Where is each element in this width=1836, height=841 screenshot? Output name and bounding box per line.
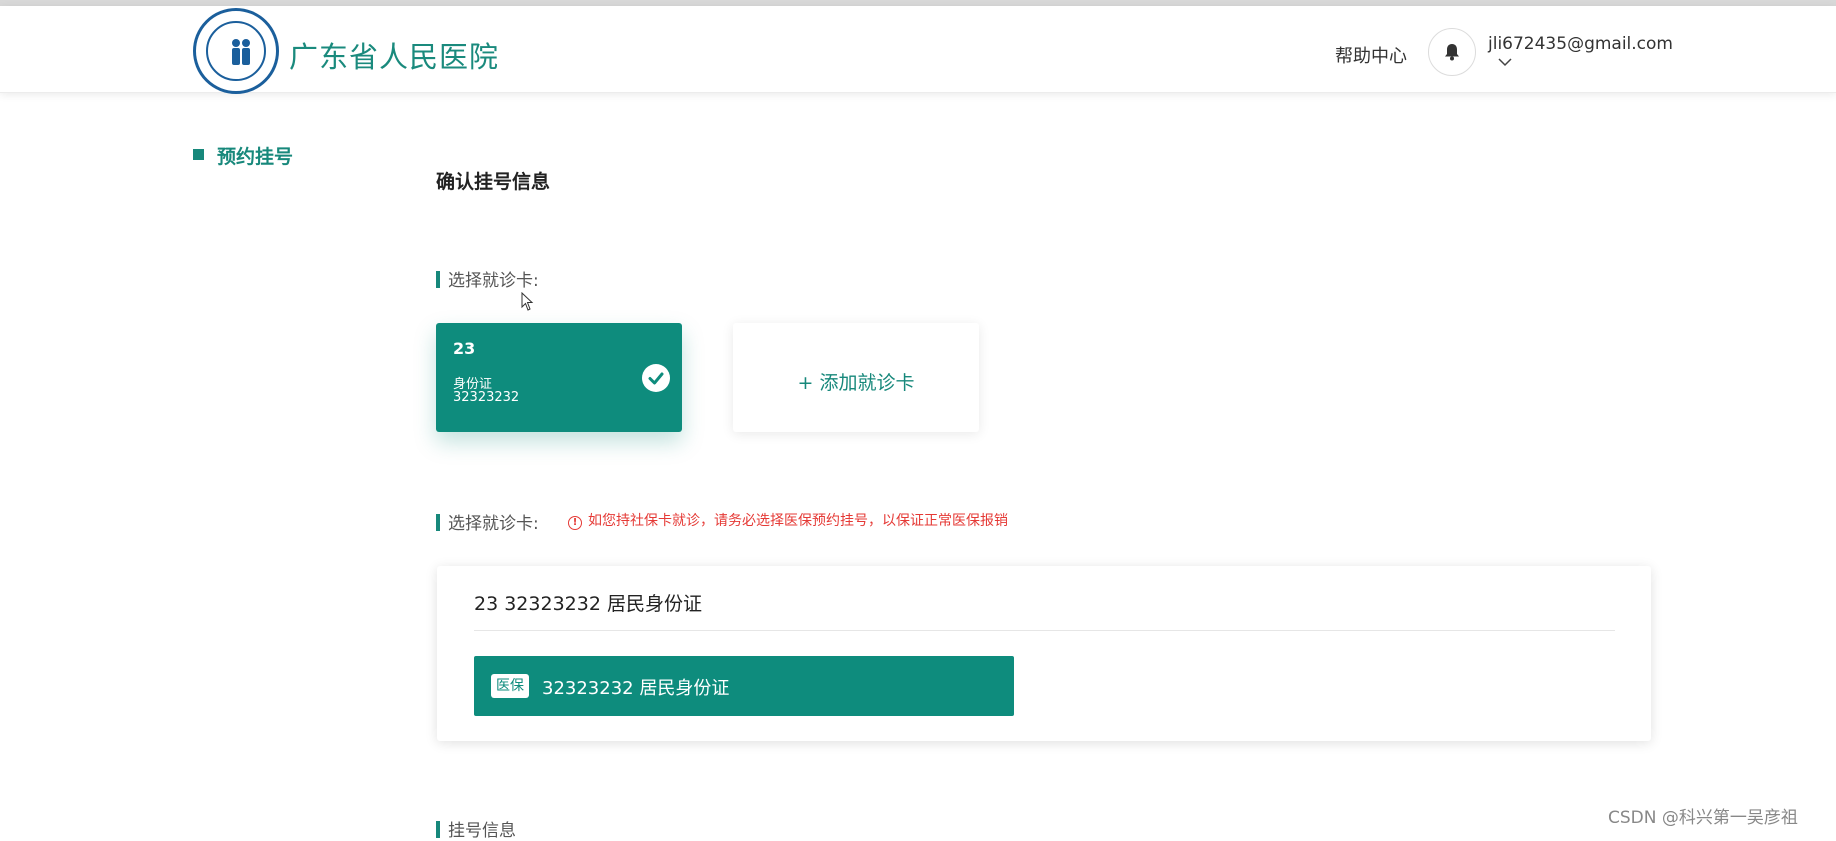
divider <box>474 630 1615 631</box>
section-bar <box>436 271 440 288</box>
top-header: 广东省人民医院 帮助中心 jli672435@gmail.com <box>0 6 1836 94</box>
cursor-icon <box>521 292 534 311</box>
sidebar-item-label: 预约挂号 <box>217 146 294 168</box>
warning-text: 如您持社保卡就诊，请务必选择医保预约挂号，以保证正常医保报销 <box>588 513 1008 529</box>
section-label-text: 选择就诊卡: <box>448 514 539 534</box>
add-card-label: + 添加就诊卡 <box>797 372 915 394</box>
section-label-text: 挂号信息 <box>448 821 516 841</box>
card-section-label: 选择就诊卡: <box>436 266 539 291</box>
insurance-option-button[interactable]: 医保 32323232 居民身份证 <box>474 656 1014 716</box>
card-id-number: 32323232 <box>453 390 520 405</box>
insurance-option-text: 32323232 居民身份证 <box>542 678 730 699</box>
page-title: 确认挂号信息 <box>436 171 551 193</box>
hospital-logo-icon[interactable] <box>193 8 279 94</box>
site-title[interactable]: 广东省人民医院 <box>289 34 499 76</box>
registration-section-label: 挂号信息 <box>436 816 516 841</box>
section-label-text: 选择就诊卡: <box>448 271 539 291</box>
section-bar <box>436 821 440 838</box>
insurance-badge: 医保 <box>491 674 529 698</box>
patient-info-header: 23 32323232 居民身份证 <box>474 593 702 615</box>
warning-circle-icon: ! <box>568 516 582 530</box>
csdn-watermark: CSDN @科兴第一吴彦祖 <box>1608 808 1798 828</box>
selected-check <box>642 364 670 392</box>
card-number: 23 <box>453 339 476 358</box>
bell-icon <box>1445 44 1459 61</box>
insurance-warning: ! 如您持社保卡就诊，请务必选择医保预约挂号，以保证正常医保报销 <box>568 510 1008 530</box>
active-marker <box>193 149 204 160</box>
checkmark-icon <box>648 372 664 385</box>
help-center-link[interactable]: 帮助中心 <box>1335 42 1407 68</box>
chevron-down-icon[interactable] <box>1498 58 1512 67</box>
section-bar <box>436 514 440 531</box>
notification-button[interactable] <box>1428 28 1476 76</box>
user-email[interactable]: jli672435@gmail.com <box>1488 34 1673 54</box>
insurance-section-label: 选择就诊卡: <box>436 509 539 534</box>
add-card-button[interactable]: + 添加就诊卡 <box>733 323 979 432</box>
selected-medical-card[interactable]: 23 身份证 32323232 <box>436 323 682 432</box>
insurance-card-box: 23 32323232 居民身份证 医保 32323232 居民身份证 <box>437 566 1651 741</box>
